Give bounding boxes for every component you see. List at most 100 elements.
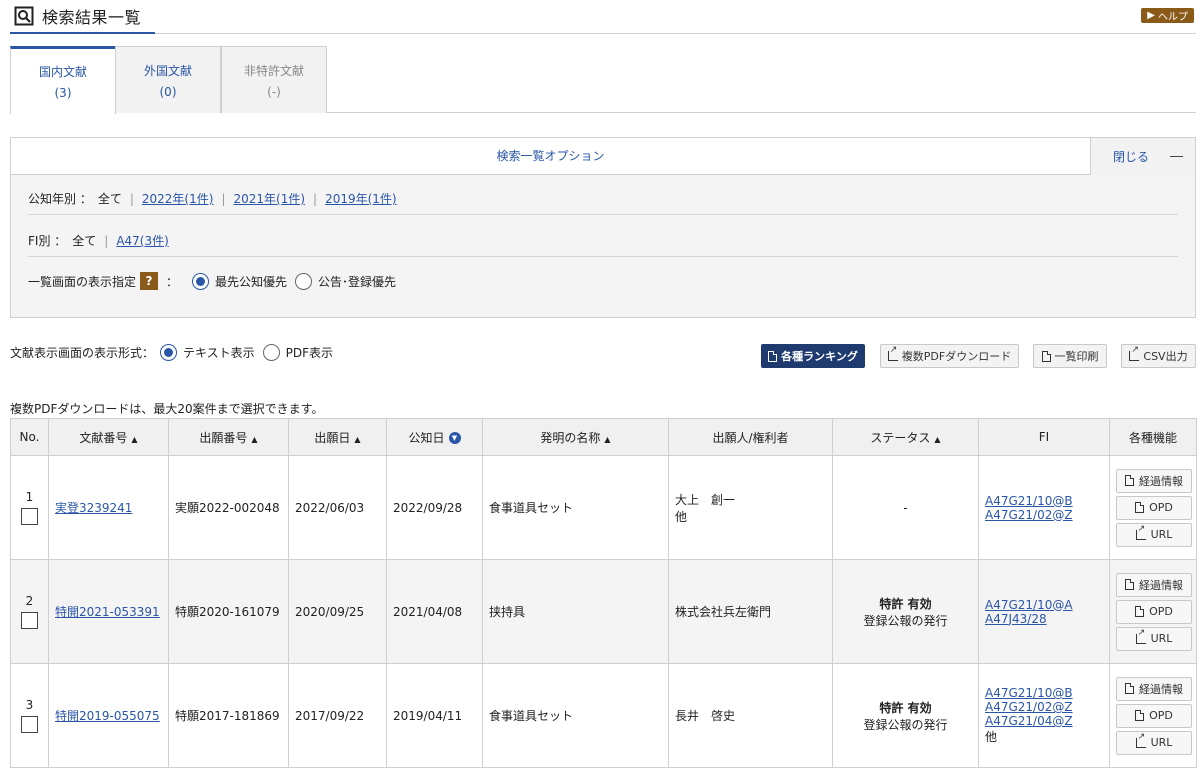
- cell-applicant: 長井 啓史: [668, 663, 833, 768]
- radio-text-view[interactable]: [160, 344, 178, 361]
- ranking-button[interactable]: 各種ランキング: [761, 344, 865, 368]
- fi-filter-row: FI別 ： 全て | A47(3件): [28, 232, 169, 249]
- applicant-name: 長井 啓史: [675, 709, 736, 723]
- col-status[interactable]: ステータス ▲: [832, 418, 979, 456]
- tab-count: (3): [54, 86, 72, 100]
- radio-registration-priority[interactable]: [295, 272, 313, 290]
- fi-code-link[interactable]: A47G21/10@B: [985, 494, 1103, 508]
- cell-doc-number: 実登3239241: [48, 455, 169, 560]
- cell-title: 挟持具: [482, 559, 669, 664]
- radio-pdf-view[interactable]: [262, 344, 280, 361]
- cell-app-date: 2017/09/22: [288, 663, 387, 768]
- fi-code-link[interactable]: A47G21/10@A: [985, 598, 1103, 612]
- fi-code-link[interactable]: A47G21/02@Z: [985, 700, 1103, 714]
- year-filter-2019[interactable]: 2019年(1件): [325, 190, 397, 207]
- tab-foreign[interactable]: 外国文献 (0): [115, 46, 221, 113]
- radio-label: 最先公知優先: [215, 274, 288, 289]
- multi-pdf-download-button[interactable]: 複数PDFダウンロード: [880, 344, 1019, 368]
- pub-date: 2019/04/11: [393, 708, 463, 723]
- document-icon: [768, 350, 778, 362]
- doc-number-link[interactable]: 実登3239241: [55, 501, 132, 515]
- cell-status: -: [832, 455, 979, 560]
- row-checkbox[interactable]: [21, 508, 38, 525]
- cell-applicant: 大上 創一 他: [668, 455, 833, 560]
- col-doc-number[interactable]: 文献番号 ▲: [48, 418, 169, 456]
- app-number: 特願2020-161079: [175, 605, 280, 619]
- col-app-number[interactable]: 出願番号 ▲: [168, 418, 289, 456]
- status-sub: -: [903, 500, 908, 515]
- url-button[interactable]: URL: [1116, 730, 1192, 755]
- row-checkbox[interactable]: [21, 716, 38, 733]
- year-filter-row: 公知年別 ： 全て | 2022年(1件) | 2021年(1件) | 2019…: [28, 190, 397, 207]
- colon: ：: [166, 274, 179, 289]
- fi-filter-label: FI別 ：: [28, 234, 67, 248]
- fi-code-link[interactable]: A47G21/10@B: [985, 686, 1103, 700]
- year-filter-label: 公知年別 ：: [28, 192, 92, 206]
- cell-title: 食事道具セット: [482, 455, 669, 560]
- applicant-name: 大上 創一: [675, 492, 736, 507]
- tab-domestic[interactable]: 国内文献 (3): [10, 46, 116, 114]
- row-number: 3: [25, 698, 34, 712]
- invention-title: 挟持具: [489, 605, 526, 619]
- history-button[interactable]: 経過情報: [1116, 468, 1192, 493]
- results-table: No. 文献番号 ▲ 出願番号 ▲ 出願日 ▲ 公知日 ▼ 発明の名称 ▲ 出願人/権利者…: [10, 418, 1197, 768]
- col-pub-date[interactable]: 公知日 ▼: [386, 418, 483, 456]
- opd-button[interactable]: OPD: [1116, 703, 1192, 728]
- cell-fi: A47G21/10@A A47J43/28: [978, 559, 1110, 664]
- fi-code-link[interactable]: A47G21/04@Z: [985, 714, 1103, 728]
- cell-app-date: 2022/06/03: [288, 455, 387, 560]
- col-title[interactable]: 発明の名称 ▲: [482, 418, 669, 456]
- tab-non-patent[interactable]: 非特許文献 (-): [221, 46, 327, 113]
- year-filter-2021[interactable]: 2021年(1件): [233, 190, 305, 207]
- cell-functions: 経過情報 OPD URL: [1109, 559, 1197, 664]
- button-label: 経過情報: [1139, 578, 1183, 592]
- year-filter-2022[interactable]: 2022年(1件): [142, 190, 214, 207]
- table-row: 1 実登3239241 実願2022-002048 2022/06/03 202…: [10, 455, 1197, 560]
- status-main: 特許 有効: [879, 700, 932, 715]
- col-app-date[interactable]: 出願日 ▲: [288, 418, 387, 456]
- sort-asc-icon: ▲: [354, 434, 361, 444]
- opd-button[interactable]: OPD: [1116, 599, 1192, 624]
- doc-number-link[interactable]: 特開2021-053391: [55, 605, 160, 619]
- cell-doc-number: 特開2019-055075: [48, 663, 169, 768]
- tab-label: 国内文献: [38, 65, 87, 79]
- button-label: 各種ランキング: [781, 350, 858, 363]
- doc-number-link[interactable]: 特開2019-055075: [55, 709, 160, 723]
- fi-code-link[interactable]: A47G21/02@Z: [985, 508, 1103, 522]
- cell-app-number: 特願2020-161079: [168, 559, 289, 664]
- divider: [28, 256, 1178, 257]
- document-icon: [1041, 350, 1051, 362]
- sort-desc-active-icon: ▼: [448, 432, 461, 444]
- url-button[interactable]: URL: [1116, 626, 1192, 651]
- document-icon: [1125, 683, 1134, 694]
- history-button[interactable]: 経過情報: [1116, 676, 1192, 701]
- status-sub: 登録公報の発行: [863, 717, 948, 732]
- options-title[interactable]: 検索一覧オプション: [11, 138, 1090, 175]
- history-button[interactable]: 経過情報: [1116, 572, 1192, 597]
- display-priority-row: 一覧画面の表示指定 ? ： 最先公知優先 公告･登録優先: [28, 272, 1178, 290]
- close-options-button[interactable]: 閉じる: [1090, 138, 1195, 175]
- csv-export-button[interactable]: CSV出力: [1121, 344, 1196, 368]
- opd-button[interactable]: OPD: [1116, 495, 1192, 520]
- help-question-icon[interactable]: ?: [140, 272, 159, 290]
- cell-app-number: 特願2017-181869: [168, 663, 289, 768]
- url-button[interactable]: URL: [1116, 522, 1192, 547]
- fi-code-link[interactable]: A47J43/28: [985, 612, 1103, 626]
- button-label: OPD: [1149, 709, 1173, 722]
- page-header: 検索結果一覧 ▶ ヘルプ: [10, 0, 1196, 34]
- result-tabs: 国内文献 (3) 外国文献 (0) 非特許文献 (-): [10, 46, 1196, 114]
- fi-list: A47G21/10@B A47G21/02@Z: [985, 494, 1103, 522]
- button-label: 経過情報: [1139, 682, 1183, 696]
- status-main: 特許 有効: [879, 596, 932, 611]
- pub-date: 2021/04/08: [393, 604, 463, 619]
- row-checkbox[interactable]: [21, 612, 38, 629]
- print-list-button[interactable]: 一覧印刷: [1033, 344, 1107, 368]
- search-list-icon: [14, 6, 34, 26]
- radio-earliest-priority[interactable]: [192, 272, 210, 290]
- invention-title: 食事道具セット: [489, 501, 574, 515]
- document-icon: [1125, 475, 1134, 486]
- help-button[interactable]: ▶ ヘルプ: [1141, 8, 1194, 23]
- cell-functions: 経過情報 OPD URL: [1109, 663, 1197, 768]
- fi-filter-a47[interactable]: A47(3件): [116, 232, 168, 249]
- external-link-icon: [1135, 524, 1146, 540]
